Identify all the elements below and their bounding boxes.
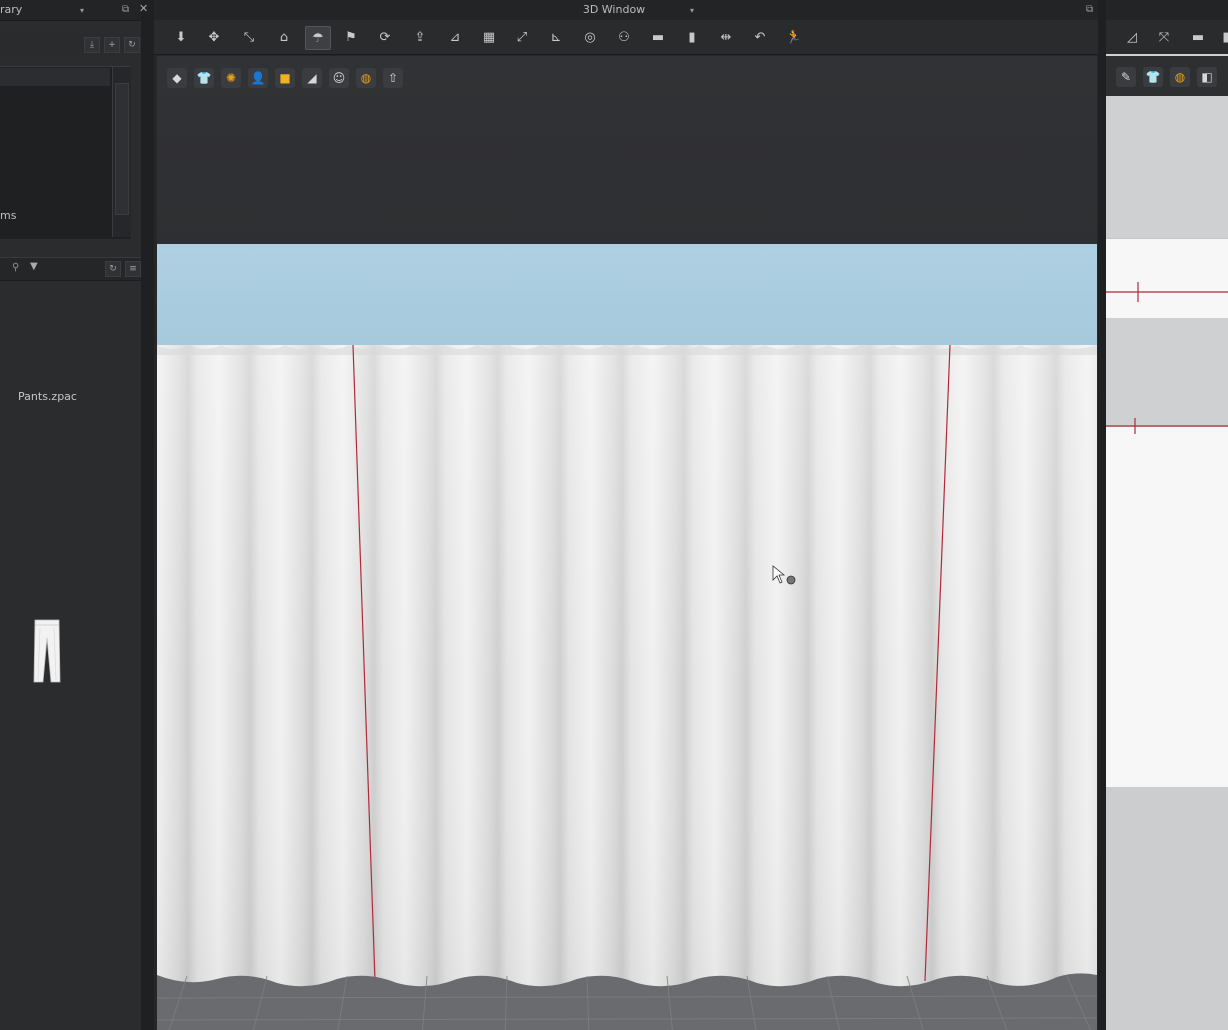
move-pin-icon[interactable]: ⬇ [169,26,193,48]
fit-icon[interactable]: ⇹ [714,26,738,48]
2d-grid-area[interactable] [1106,96,1228,238]
tack-icon[interactable]: ⟳ [373,26,397,48]
eye-icon[interactable]: ✎ [1116,67,1136,87]
flat-icon[interactable]: ▬ [646,26,670,48]
tree-scroll-thumb[interactable] [115,83,129,215]
garment-icon[interactable]: 👕 [194,68,214,88]
stage-icon[interactable]: ◢ [302,68,322,88]
floor-grid [157,976,1097,1030]
run-icon[interactable]: 🏃 [782,26,806,48]
add-icon[interactable]: + [104,37,120,53]
fabric-icon[interactable]: ◆ [167,68,187,88]
select-mesh-icon[interactable]: ☂ [305,26,331,50]
pattern-seams [1106,282,1228,434]
library-dropdown-icon[interactable]: ▾ [80,6,84,15]
2d-grid-lower[interactable] [1106,787,1228,1030]
mouse-cursor-icon [772,565,796,585]
viewport-background [157,56,1097,244]
2d-rect-icon[interactable]: ▬ [1186,26,1210,48]
tape-icon[interactable]: ↶ [748,26,772,48]
plane-icon[interactable]: ◧ [1197,67,1217,87]
float-panel-icon[interactable]: ⧉ [122,4,129,15]
2d-more-icon[interactable]: ▮ [1214,26,1228,48]
arrow-point-icon[interactable]: ⇪ [408,26,432,48]
panel-splitter-right[interactable] [1098,0,1106,1030]
panel-splitter[interactable] [141,0,154,1030]
avatar-silhouette-icon[interactable]: 👤 [248,68,268,88]
tree-item-label[interactable]: ms [0,209,16,222]
list-view-icon[interactable]: ≡ [125,261,141,277]
3d-viewport[interactable]: ◆ 👕 ✺ 👤 ■ ◢ ☺ ◍ ⇧ [157,56,1097,1030]
window-dropdown-icon[interactable]: ▾ [690,6,694,15]
arrange-icon[interactable]: ⚑ [339,26,363,48]
tree-row[interactable] [0,68,110,86]
texture-icon[interactable]: ■ [275,68,295,88]
sun-icon[interactable]: ✺ [221,68,241,88]
refresh-icon[interactable]: ↻ [124,37,140,53]
curtain-fabric[interactable] [157,345,1097,1030]
avatar-icon[interactable]: ⚇ [612,26,636,48]
import-icon[interactable]: ⤓ [84,37,100,53]
window-title: 3D Window [582,3,646,16]
library-item-label: Pants.zpac [18,390,77,403]
bar-icon[interactable]: ▮ [680,26,704,48]
measure-icon[interactable]: ⊾ [544,26,568,48]
close-icon[interactable]: ✕ [139,2,148,15]
search-icon[interactable]: ⚲ [12,262,19,273]
filter-dropdown-icon[interactable]: ▼ [30,261,38,272]
2d-edit-icon[interactable]: ◿ [1120,26,1144,48]
library-title: rary [0,3,23,16]
pin-icon[interactable]: ⤢ [510,26,534,48]
shirt-icon[interactable]: 👕 [1143,67,1163,87]
target-icon[interactable]: ◎ [578,26,602,48]
2d-window-titlebar [1106,0,1228,20]
grid-icon[interactable]: ▦ [477,26,501,48]
material-icon[interactable]: ◍ [1170,67,1190,87]
head-icon[interactable]: ☺ [329,68,349,88]
window-float-icon[interactable]: ⧉ [1086,4,1093,15]
refresh-list-icon[interactable]: ↻ [105,261,121,277]
sew-icon[interactable]: ⊿ [443,26,467,48]
2d-transform-icon[interactable]: ⤧ [1152,26,1176,48]
export-icon[interactable]: ⇧ [383,68,403,88]
globe-icon[interactable]: ◍ [356,68,376,88]
pants-icon [33,619,61,683]
translate-icon[interactable]: ✥ [202,26,226,48]
waistband[interactable] [157,244,1097,345]
fold-icon[interactable]: ⌂ [272,26,296,48]
transform-icon[interactable]: ⤡ [237,26,261,48]
